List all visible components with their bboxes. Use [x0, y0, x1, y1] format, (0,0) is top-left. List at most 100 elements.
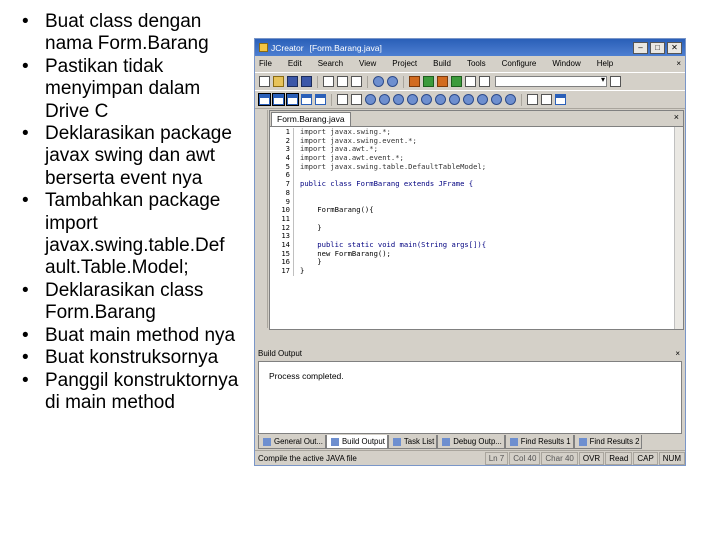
status-column: Col 40: [509, 451, 541, 465]
build-output-icon: [330, 437, 339, 446]
code-line: 5 import javax.swing.table.DefaultTableMo…: [270, 162, 683, 172]
code-text: }: [300, 222, 322, 232]
bookmark-icon[interactable]: [365, 94, 376, 105]
toolbar-separator: [403, 75, 404, 88]
editor-close-icon[interactable]: ×: [674, 112, 679, 122]
bookmark-list-icon[interactable]: [421, 94, 432, 105]
instruction-item: Deklarasikan class Form.Barang: [22, 280, 247, 325]
menu-project[interactable]: Project: [392, 59, 417, 68]
fullscreen-view-icon[interactable]: [286, 93, 299, 106]
code-line: 8: [270, 188, 683, 198]
next-bookmark-icon[interactable]: [379, 94, 390, 105]
open-folder-icon[interactable]: [273, 76, 284, 87]
output-tab-bar: General Out... Build Output Task List De…: [258, 435, 682, 449]
file-tab[interactable]: Form.Barang.java: [271, 112, 351, 126]
line-number: 17: [270, 266, 294, 276]
code-area[interactable]: 1 import javax.swing.*; 2 import javax.swi…: [270, 127, 683, 329]
toolbar-separator: [521, 93, 522, 106]
tab-find-results-1[interactable]: Find Results 1: [504, 435, 574, 449]
minimize-button[interactable]: –: [633, 41, 648, 54]
split-view-icon[interactable]: [301, 94, 312, 105]
status-bar: Compile the active JAVA file Ln 7 Col 40…: [255, 450, 685, 465]
instruction-item: Pastikan tidak menyimpan dalam Drive C: [22, 56, 247, 123]
editor-scrollbar[interactable]: [674, 127, 683, 329]
code-editor[interactable]: Form.Barang.java × 1 import javax.swing.*…: [269, 110, 684, 330]
prev-bookmark-icon[interactable]: [393, 94, 404, 105]
tab-task-list[interactable]: Task List: [387, 435, 438, 449]
instruction-item: Tambahkan package import javax.swing.tab…: [22, 190, 247, 280]
bookmark-clear-all-icon[interactable]: [505, 94, 516, 105]
output-text: Process completed.: [269, 371, 344, 381]
editor-tab-bar: Form.Barang.java ×: [270, 111, 683, 127]
output-panel[interactable]: Process completed.: [258, 361, 682, 434]
code-line: 11: [270, 214, 683, 224]
title-bar[interactable]: JCreator [Form.Barang.java] – □ ✕: [255, 39, 685, 56]
execute-file-icon[interactable]: [451, 76, 462, 87]
find-in-files-icon[interactable]: [479, 76, 490, 87]
outdent-icon[interactable]: [351, 94, 362, 105]
view-toolbar: [255, 90, 685, 109]
new-file-icon[interactable]: [259, 76, 270, 87]
compile-project-icon[interactable]: [409, 76, 420, 87]
workspace-view-icon[interactable]: [258, 93, 271, 106]
tab-build-output[interactable]: Build Output: [325, 435, 388, 449]
compile-file-icon[interactable]: [437, 76, 448, 87]
binoculars-icon[interactable]: [610, 76, 621, 87]
tab-general-output[interactable]: General Out...: [258, 435, 326, 449]
undo-icon[interactable]: [373, 76, 384, 87]
copy-icon[interactable]: [337, 76, 348, 87]
bookmark-all-icon[interactable]: [491, 94, 502, 105]
menu-view[interactable]: View: [359, 59, 376, 68]
menu-configure[interactable]: Configure: [502, 59, 537, 68]
execute-project-icon[interactable]: [423, 76, 434, 87]
output-view-icon[interactable]: [272, 93, 285, 106]
maximize-button[interactable]: □: [650, 41, 665, 54]
bookmark-project-icon[interactable]: [477, 94, 488, 105]
menu-edit[interactable]: Edit: [288, 59, 302, 68]
find-results-icon: [509, 437, 518, 446]
uncomment-icon[interactable]: [541, 94, 552, 105]
goto-bookmark-icon[interactable]: [449, 94, 460, 105]
save-icon[interactable]: [287, 76, 298, 87]
output-header: Build Output ×: [258, 348, 682, 360]
status-read: Read: [605, 451, 633, 465]
save-all-icon[interactable]: [301, 76, 312, 87]
menu-build[interactable]: Build: [433, 59, 451, 68]
cut-icon[interactable]: [323, 76, 334, 87]
code-text: FormBarang(){: [300, 205, 374, 215]
line-number: 8: [270, 188, 294, 198]
menu-tools[interactable]: Tools: [467, 59, 486, 68]
status-cap: CAP: [633, 451, 658, 465]
menu-window[interactable]: Window: [552, 59, 580, 68]
line-number: 5: [270, 162, 294, 172]
line-number: 3: [270, 145, 294, 155]
find-icon[interactable]: [465, 76, 476, 87]
menu-file[interactable]: File: [259, 59, 272, 68]
code-line: 12 }: [270, 222, 683, 233]
instruction-item: Deklarasikan package javax swing dan awt…: [22, 123, 247, 190]
clear-bookmarks-icon[interactable]: [407, 94, 418, 105]
tab-label: Find Results 1: [520, 437, 571, 446]
tab-debug-output[interactable]: Debug Outp...: [437, 435, 505, 449]
menu-help[interactable]: Help: [597, 59, 613, 68]
comment-icon[interactable]: [527, 94, 538, 105]
paste-icon[interactable]: [351, 76, 362, 87]
output-close-icon[interactable]: ×: [675, 348, 680, 360]
status-char: Char 40: [541, 451, 578, 465]
tab-label: General Out...: [274, 437, 323, 446]
close-button[interactable]: ✕: [667, 41, 682, 54]
document-close-icon[interactable]: ×: [676, 59, 681, 68]
code-line: 17}: [270, 266, 683, 276]
tab-find-results-2[interactable]: Find Results 2: [573, 435, 643, 449]
general-output-icon: [263, 437, 271, 446]
code-text: }: [300, 266, 305, 275]
menu-search[interactable]: Search: [318, 59, 343, 68]
bookmark-file-icon[interactable]: [463, 94, 474, 105]
toggle-bookmark-icon[interactable]: [435, 94, 446, 105]
search-combo[interactable]: [495, 75, 607, 87]
menu-bar: File Edit Search View Project Build Tool…: [255, 56, 685, 70]
indent-icon[interactable]: [337, 94, 348, 105]
options-icon[interactable]: [555, 94, 566, 105]
redo-icon[interactable]: [387, 76, 398, 87]
editor-view-icon[interactable]: [315, 94, 326, 105]
